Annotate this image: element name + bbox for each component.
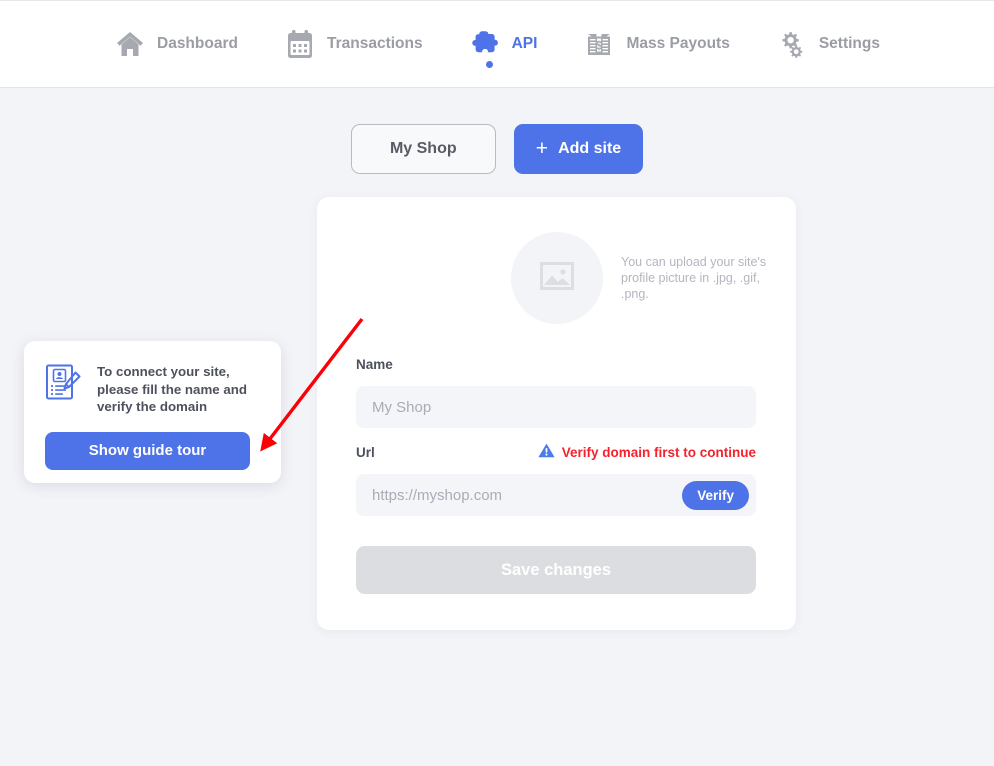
name-field-label: Name xyxy=(356,356,393,372)
calendar-icon xyxy=(284,28,316,60)
money-stack-icon: $ xyxy=(583,28,615,60)
name-field-block: Name xyxy=(356,354,756,428)
add-site-button[interactable]: + Add site xyxy=(513,124,644,174)
nav-label-transactions: Transactions xyxy=(326,35,423,52)
svg-text:$: $ xyxy=(596,39,603,53)
site-tab-label: My Shop xyxy=(389,140,457,157)
name-input[interactable] xyxy=(356,386,756,428)
nav-item-settings[interactable]: Settings xyxy=(753,14,903,74)
upload-hint-text: You can upload your site's profile pictu… xyxy=(621,255,767,301)
top-navigation-bar: Dashboard Transactions API $ Mass Payout… xyxy=(0,0,994,88)
nav-label-api: API xyxy=(511,35,538,52)
url-error-text: Verify domain first to continue xyxy=(561,444,756,460)
url-field-label: Url xyxy=(356,444,375,460)
nav-item-api[interactable]: API xyxy=(446,14,561,74)
profile-picture-upload-row: You can upload your site's profile pictu… xyxy=(511,232,773,324)
puzzle-piece-icon xyxy=(469,28,501,60)
home-icon xyxy=(114,28,146,60)
url-input-wrap: Verify xyxy=(356,474,756,516)
document-person-pencil-icon xyxy=(45,363,83,408)
warning-triangle-icon xyxy=(538,443,555,461)
profile-picture-upload[interactable] xyxy=(511,232,603,324)
gears-icon xyxy=(776,28,808,60)
app-root: Dashboard Transactions API $ Mass Payout… xyxy=(0,0,994,766)
nav-label-mass-payouts: Mass Payouts xyxy=(626,35,730,52)
nav-active-indicator-dot xyxy=(485,61,493,68)
guide-popup-content: To connect your site, please fill the na… xyxy=(45,363,260,416)
guide-popup-text: To connect your site, please fill the na… xyxy=(97,364,248,414)
nav-item-dashboard[interactable]: Dashboard xyxy=(91,14,261,74)
verify-button[interactable]: Verify xyxy=(682,481,749,510)
nav-label-dashboard: Dashboard xyxy=(157,35,238,52)
url-validation-error: Verify domain first to continue xyxy=(538,443,756,461)
image-placeholder-icon xyxy=(540,261,574,295)
add-site-label: Add site xyxy=(558,140,622,157)
name-field-label-row: Name xyxy=(356,354,756,374)
site-selector-row: My Shop + Add site xyxy=(0,124,994,174)
nav-label-settings: Settings xyxy=(818,35,880,52)
guide-tour-popup: To connect your site, please fill the na… xyxy=(24,341,281,483)
plus-icon: + xyxy=(535,136,549,160)
name-input-wrap xyxy=(356,386,756,428)
nav-item-transactions[interactable]: Transactions xyxy=(261,14,446,74)
url-field-label-row: Url Verify domain first to continue xyxy=(356,442,756,462)
url-field-block: Url Verify domain first to continue Veri… xyxy=(356,442,756,516)
site-settings-card: You can upload your site's profile pictu… xyxy=(317,197,796,630)
save-changes-button[interactable]: Save changes xyxy=(356,546,756,594)
site-tab-my-shop[interactable]: My Shop xyxy=(350,124,496,174)
nav-items: Dashboard Transactions API $ Mass Payout… xyxy=(91,14,903,74)
nav-item-mass-payouts[interactable]: $ Mass Payouts xyxy=(560,14,752,74)
show-guide-tour-button[interactable]: Show guide tour xyxy=(45,431,250,470)
